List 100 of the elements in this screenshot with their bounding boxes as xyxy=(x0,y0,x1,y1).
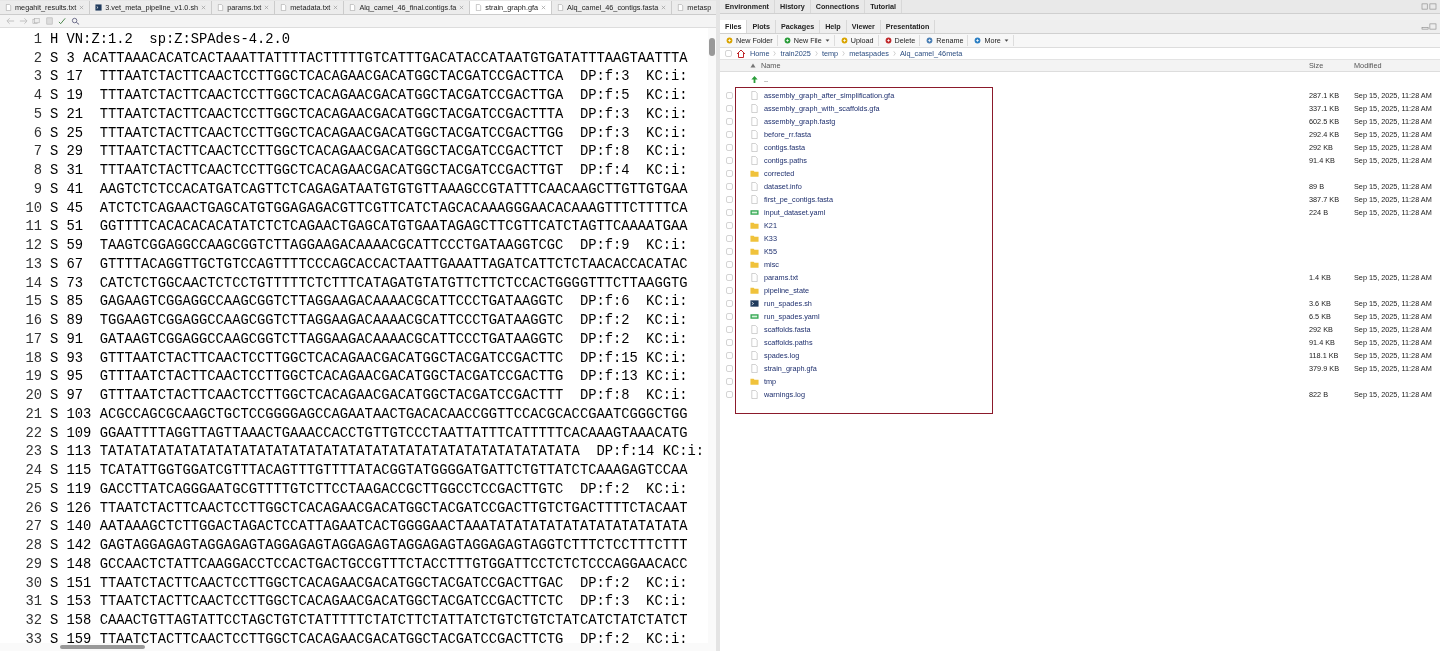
scrollbar[interactable] xyxy=(0,643,716,651)
checkbox[interactable] xyxy=(725,131,733,138)
chevron-icon xyxy=(773,50,777,57)
forward-icon[interactable] xyxy=(19,17,28,25)
code-line: S 67 GTTTTACAGGTTGCTGTCCAGTTTTCCCAGCACCACTAATTGAAATTAGATCATTCTCTAACACCACATAC xyxy=(50,256,688,272)
checkbox[interactable] xyxy=(725,50,732,57)
line-number: 1 xyxy=(32,31,43,47)
close-icon[interactable] xyxy=(459,5,465,10)
document-icon xyxy=(750,273,759,282)
line-number: 19 xyxy=(24,369,43,385)
scrollbar[interactable] xyxy=(708,28,716,643)
search-icon[interactable] xyxy=(71,17,80,25)
checkbox[interactable] xyxy=(725,209,733,216)
document-icon xyxy=(280,4,288,11)
close-icon[interactable] xyxy=(264,5,270,10)
back-icon[interactable] xyxy=(6,17,15,25)
checkbox[interactable] xyxy=(725,222,733,229)
chevron-icon xyxy=(892,50,896,57)
config-file-icon xyxy=(750,208,759,217)
code-line: S 151 TTAATCTACTTCAACTCCTTGGCTCACAGAACGACATGGCTACGATCCGACTTGAC DP:f:2 KC:i: xyxy=(50,575,688,591)
code-line: S 91 GATAAGTCGGAGGCCAAGCGGTCTTAGGAAGACAAAACGCATTCCCTGATAAGGTC DP:f:2 KC:i: xyxy=(50,331,688,347)
folder-icon xyxy=(750,286,759,295)
line-number: 2 xyxy=(32,50,43,66)
window-controls-icon[interactable] xyxy=(1421,3,1437,10)
checkbox[interactable] xyxy=(725,261,733,268)
document-icon xyxy=(475,4,483,11)
line-number: 30 xyxy=(24,575,43,591)
line-number: 28 xyxy=(24,538,43,554)
save-icon[interactable] xyxy=(45,17,54,25)
window-controls-icon[interactable] xyxy=(1421,23,1437,30)
code-line: S 109 GGAATTTTAGGTTAGTTAAACTGAAACCACCTGTTGTCCCTAATTATTTCATTTTTCACAAAGTAAACATG xyxy=(50,425,688,441)
document-icon xyxy=(677,4,685,11)
checkbox[interactable] xyxy=(725,326,733,333)
checkbox[interactable] xyxy=(725,352,733,359)
checkbox[interactable] xyxy=(725,365,733,372)
code-line: S 29 TTTAATCTACTTCAACTCCTTGGCTCACAGAACGACATGGCTACGATCCGACTTCT DP:f:8 KC:i: xyxy=(50,144,688,160)
pages-icon[interactable] xyxy=(32,17,41,25)
line-number: 24 xyxy=(24,463,43,479)
code-line: S 85 GAGAAGTCGGAGGCCAAGCGGTCTTAGGAAGACAAAACGCATTCCCTGATAAGGTC DP:f:6 KC:i: xyxy=(50,294,688,310)
code-line: S 158 CAAACTGTTAGTATTCCTAGCTGTCTATTTTTCTATCTTCTATTATCTGTCTGTCTATCATCTATCTATCT xyxy=(50,613,688,629)
spellcheck-icon[interactable] xyxy=(58,17,67,25)
checkbox[interactable] xyxy=(725,196,733,203)
line-number: 26 xyxy=(24,500,43,516)
checkbox[interactable] xyxy=(725,170,733,177)
document-icon xyxy=(5,4,12,11)
document-icon xyxy=(217,4,225,11)
line-number: 13 xyxy=(24,256,43,272)
code-line: S 17 TTTAATCTACTTCAACTCCTTGGCTCACAGAACGACATGGCTACGATCCGACTTCA DP:f:3 KC:i: xyxy=(50,69,688,85)
checkbox[interactable] xyxy=(725,300,733,307)
code-line: S 19 TTTAATCTACTTCAACTCCTTGGCTCACAGAACGACATGGCTACGATCCGACTTGA DP:f:5 KC:i: xyxy=(50,88,688,104)
line-number: 11 xyxy=(24,219,43,235)
code-line: S 21 TTTAATCTACTTCAACTCCTTGGCTCACAGAACGACATGGCTACGATCCGACTTTA DP:f:3 KC:i: xyxy=(50,106,688,122)
chevron-icon xyxy=(814,50,818,57)
line-number: 15 xyxy=(24,294,43,310)
sort-icon xyxy=(750,63,756,68)
line-number: 12 xyxy=(24,238,43,254)
up-arrow-icon[interactable] xyxy=(750,75,759,84)
checkbox[interactable] xyxy=(725,92,733,99)
checkbox[interactable] xyxy=(725,183,733,190)
home-icon[interactable] xyxy=(736,49,746,58)
toolbar-icon xyxy=(884,37,892,44)
line-number: 23 xyxy=(24,444,43,460)
checkbox[interactable] xyxy=(725,287,733,294)
line-number: 25 xyxy=(24,481,43,497)
checkbox[interactable] xyxy=(725,157,733,164)
checkbox[interactable] xyxy=(725,378,733,385)
code-line: S 119 GACCTTATCAGGGAATGCGTTTTGTCTTCCTAAGACCGCTTGGCCTCCGACTTGTC DP:f:2 KC:i: xyxy=(50,481,688,497)
line-number: 29 xyxy=(24,556,43,572)
line-number: 7 xyxy=(32,144,43,160)
chevron-icon xyxy=(842,50,846,57)
close-icon[interactable] xyxy=(79,5,85,10)
close-icon[interactable] xyxy=(333,5,339,10)
checkbox[interactable] xyxy=(725,118,733,125)
line-number: 14 xyxy=(24,275,43,291)
close-icon[interactable] xyxy=(661,5,667,10)
line-number: 31 xyxy=(24,594,43,610)
code-line: S 93 GTTTAATCTACTTCAACTCCTTGGCTCACAGAACGACATGGCTACGATCCGACTTC DP:f:15 KC:i: xyxy=(50,350,688,366)
checkbox[interactable] xyxy=(725,235,733,242)
code-line: S 126 TTAATCTACTTCAACTCCTTGGCTCACAGAACGACATGGCTACGATCCGACTTGTCTGACTTTTCTACAAT xyxy=(50,500,688,516)
code-line: S 25 TTTAATCTACTTCAACTCCTTGGCTCACAGAACGACATGGCTACGATCCGACTTGG DP:f:3 KC:i: xyxy=(50,125,688,141)
code-line: S 31 TTTAATCTACTTCAACTCCTTGGCTCACAGAACGACATGGCTACGATCCGACTTGT DP:f:4 KC:i: xyxy=(50,163,688,179)
line-number: 5 xyxy=(32,106,43,122)
line-number: 9 xyxy=(32,181,43,197)
toolbar-icon xyxy=(974,37,982,44)
checkbox[interactable] xyxy=(725,144,733,151)
terminal-icon xyxy=(750,299,759,308)
close-icon[interactable] xyxy=(541,5,547,10)
checkbox[interactable] xyxy=(725,248,733,255)
toolbar-icon xyxy=(840,37,848,44)
toolbar-icon xyxy=(783,37,791,44)
checkbox[interactable] xyxy=(725,313,733,320)
close-icon[interactable] xyxy=(201,5,207,10)
code-line: S 115 TCATATTGGTGGATCGTTTACAGTTTGTTTTATACGGTATGGGGATGATTCTGTTATCTCAAAGAGTCCAA xyxy=(50,463,688,479)
code-line: S 73 CATCTCTGGCAACTCTCCTGTTTTTCTCTTTCATAGATGTATGTTCTTCTCCACTGGGGTTTCTTAAGGTG xyxy=(50,275,688,291)
checkbox[interactable] xyxy=(725,105,733,112)
checkbox[interactable] xyxy=(725,274,733,281)
checkbox[interactable] xyxy=(725,391,733,398)
code-line: S 140 AATAAAGCTCTTGGACTAGACTCCATTAGAATCACTGGGGAACTAAATATATATATATATATATATATATA xyxy=(50,519,688,535)
document-icon xyxy=(750,390,759,399)
checkbox[interactable] xyxy=(725,339,733,346)
